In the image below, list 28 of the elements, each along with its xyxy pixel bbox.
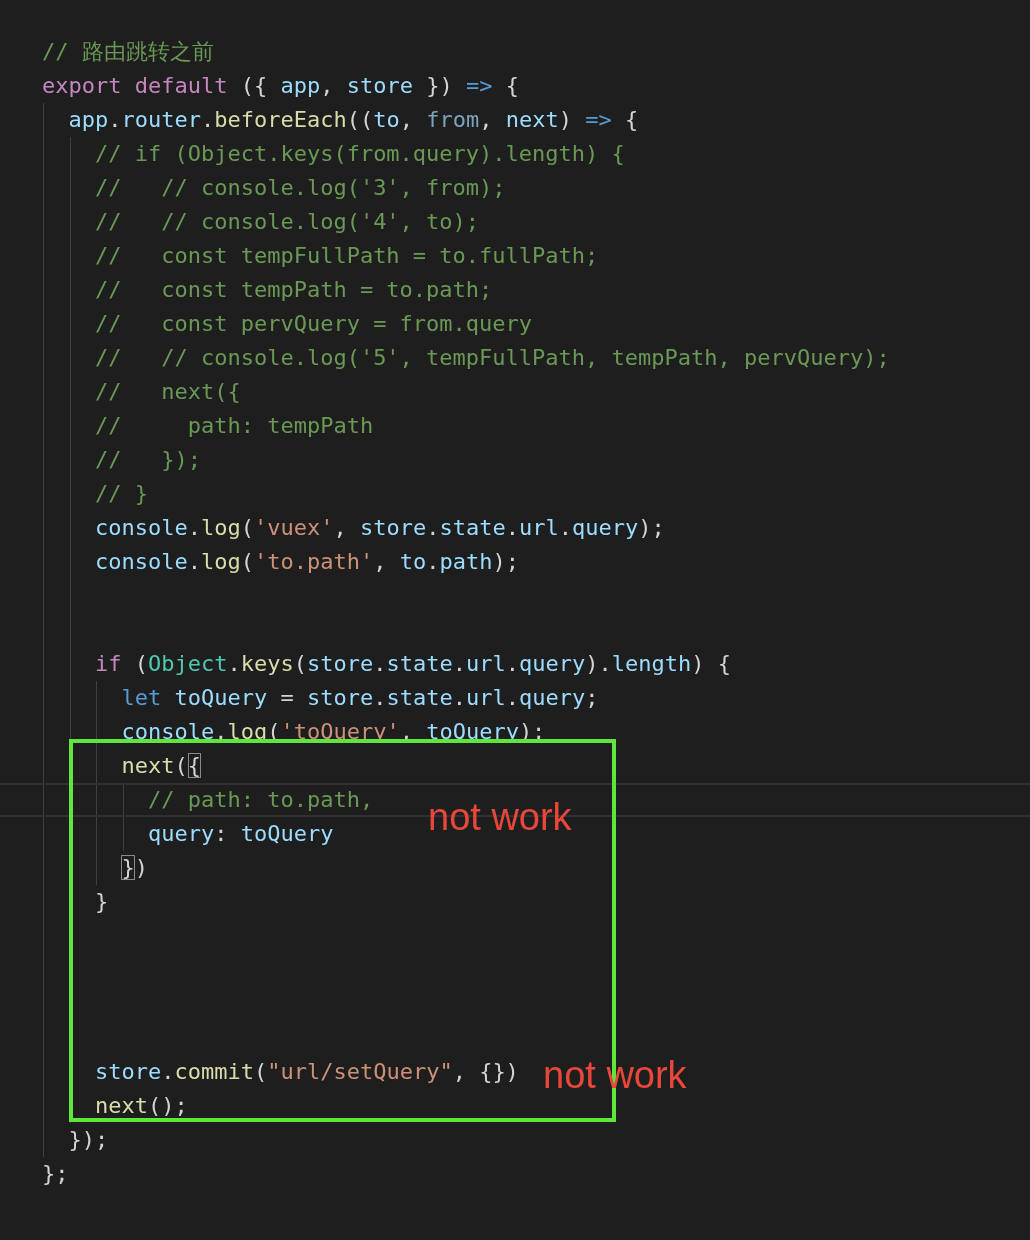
- code-line: }: [93, 888, 109, 916]
- code-line: let toQuery = store.state.url.query;: [120, 684, 599, 712]
- code-comment: // const pervQuery = from.query: [93, 310, 533, 338]
- code-line: console.log('to.path', to.path);: [93, 548, 519, 576]
- code-line: next({: [120, 752, 201, 780]
- code-comment: // path: tempPath: [93, 412, 374, 440]
- code-comment: // // console.log('5', tempFullPath, tempPath, pervQuery);: [93, 344, 890, 372]
- code-line: export default ({ app, store }) => {: [42, 72, 519, 100]
- code-comment: // 路由跳转之前: [42, 38, 214, 66]
- code-comment: // next({: [93, 378, 241, 406]
- code-line: next();: [93, 1092, 188, 1120]
- code-comment: // const tempPath = to.path;: [93, 276, 493, 304]
- annotation-text: not work: [428, 795, 572, 839]
- code-line: if (Object.keys(store.state.url.query).length) {: [93, 650, 731, 678]
- code-comment: // // console.log('3', from);: [93, 174, 506, 202]
- code-comment: // const tempFullPath = to.fullPath;: [93, 242, 599, 270]
- code-comment: // // console.log('4', to);: [93, 208, 480, 236]
- code-comment: // });: [93, 446, 201, 474]
- code-line: };: [42, 1160, 69, 1188]
- code-comment: // if (Object.keys(from.query).length) {: [93, 140, 625, 168]
- code-line: });: [67, 1126, 109, 1154]
- code-line: app.router.beforeEach((to, from, next) => {: [67, 106, 639, 134]
- code-line: console.log('vuex', store.state.url.query);: [93, 514, 665, 542]
- code-line: }): [120, 854, 148, 882]
- code-line: store.commit("url/setQuery", {}): [93, 1058, 519, 1086]
- code-comment: // path: to.path,: [146, 786, 374, 814]
- code-comment: // }: [93, 480, 148, 508]
- code-line: query: toQuery: [146, 820, 334, 848]
